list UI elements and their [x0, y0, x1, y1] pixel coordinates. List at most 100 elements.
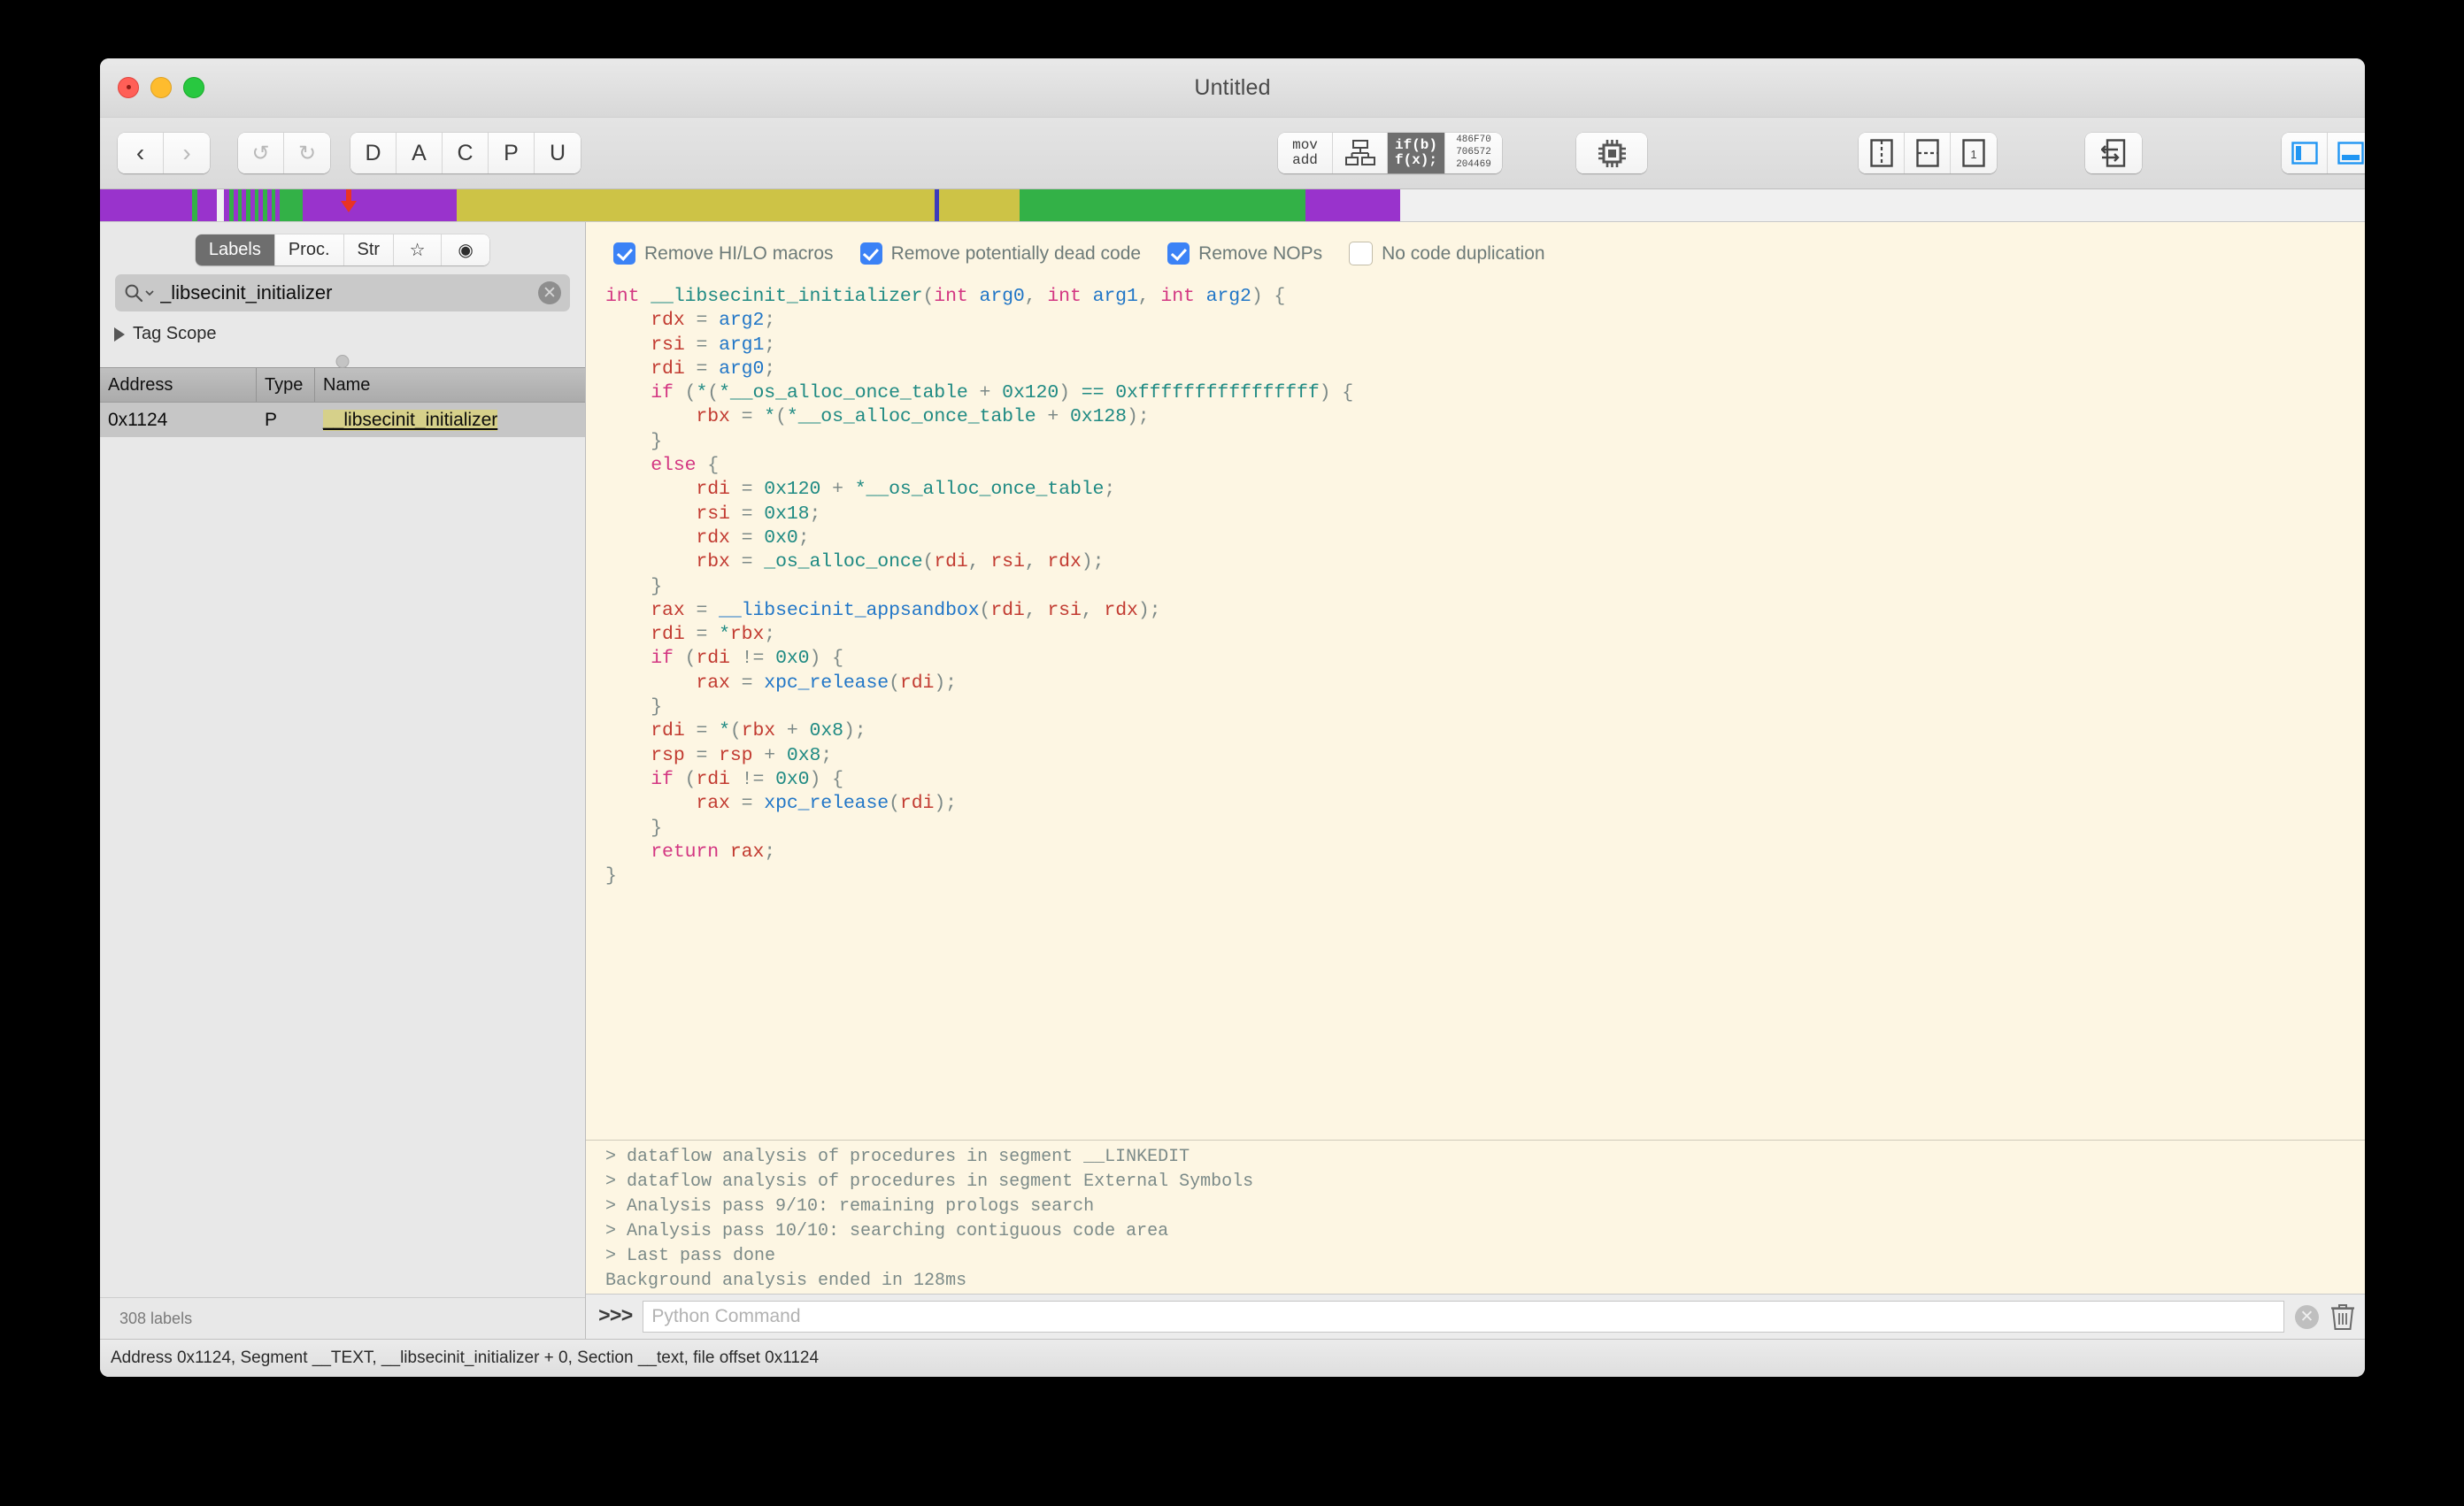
sidebar-tab-proc[interactable]: Proc.: [275, 234, 344, 265]
view-mode-assembly[interactable]: mov add: [1278, 133, 1333, 173]
code-line[interactable]: rax = xpc_release(rdi);: [605, 792, 2365, 816]
nav-segment[interactable]: [280, 189, 303, 221]
nav-segment[interactable]: [1305, 189, 1400, 221]
code-line[interactable]: rdi = *(rbx + 0x8);: [605, 719, 2365, 743]
split-horizontal-button[interactable]: [1905, 133, 1951, 173]
sidebar-tab-recording[interactable]: ◉: [442, 234, 489, 265]
swap-arrows-icon: [2101, 139, 2126, 167]
code-line[interactable]: rbx = *(*__os_alloc_once_table + 0x128);: [605, 405, 2365, 429]
search-clear-icon[interactable]: ✕: [538, 281, 561, 304]
code-line[interactable]: }: [605, 695, 2365, 719]
history-nav-group: ‹ ›: [118, 133, 210, 173]
code-line[interactable]: rdi = *rbx;: [605, 623, 2365, 647]
cpu-mode-button[interactable]: [1576, 133, 1647, 173]
checkbox-remove-hilo-macros[interactable]: [613, 242, 635, 265]
code-line[interactable]: rbx = _os_alloc_once(rdi, rsi, rdx);: [605, 550, 2365, 574]
swap-panes-group: [2085, 133, 2142, 173]
trash-icon[interactable]: [2329, 1302, 2356, 1331]
code-line[interactable]: int __libsecinit_initializer(int arg0, i…: [605, 285, 2365, 309]
mode-buttons-group: D A C P U: [350, 133, 581, 173]
code-line[interactable]: rax = __libsecinit_appsandbox(rdi, rsi, …: [605, 599, 2365, 623]
code-line[interactable]: rdx = arg2;: [605, 309, 2365, 333]
chevron-right-icon: ›: [182, 139, 190, 167]
search-field[interactable]: _libsecinit_initializer ✕: [115, 274, 570, 311]
toggle-bottom-panel-button[interactable]: [2328, 133, 2365, 173]
nav-segment[interactable]: [217, 189, 224, 221]
hex-icon-line3: 204469: [1456, 159, 1491, 172]
checkbox-remove-dead-code[interactable]: [860, 242, 882, 265]
nav-segment[interactable]: [457, 189, 935, 221]
option-remove-dead-code[interactable]: Remove potentially dead code: [860, 242, 1142, 265]
pseudocode-view[interactable]: int __libsecinit_initializer(int arg0, i…: [586, 280, 2365, 1140]
tag-scope-disclosure[interactable]: Tag Scope: [100, 311, 585, 353]
nav-segment[interactable]: [100, 189, 192, 221]
code-line[interactable]: if (rdi != 0x0) {: [605, 647, 2365, 671]
code-line[interactable]: }: [605, 864, 2365, 888]
code-line[interactable]: }: [605, 430, 2365, 454]
hex-icon-line1: 486F70: [1456, 134, 1491, 147]
single-pane-button[interactable]: 1: [1951, 133, 1997, 173]
nav-segment[interactable]: [939, 189, 1020, 221]
mode-button-p[interactable]: P: [489, 133, 535, 173]
assembly-icon-line2: add: [1292, 153, 1318, 168]
toggle-left-panel-button[interactable]: [2282, 133, 2328, 173]
redo-button[interactable]: ↻: [284, 133, 330, 173]
code-line[interactable]: rdx = 0x0;: [605, 526, 2365, 550]
option-no-code-duplication[interactable]: No code duplication: [1349, 242, 1544, 265]
mode-button-c[interactable]: C: [443, 133, 489, 173]
nav-segment[interactable]: [303, 189, 457, 221]
table-row[interactable]: 0x1124 P __libsecinit_initializer: [100, 403, 585, 437]
swap-panes-button[interactable]: [2085, 133, 2142, 173]
sidebar-tab-labels[interactable]: Labels: [196, 234, 275, 265]
code-line[interactable]: if (*(*__os_alloc_once_table + 0x120) ==…: [605, 381, 2365, 405]
forward-button[interactable]: ›: [164, 133, 210, 173]
mode-button-a[interactable]: A: [397, 133, 443, 173]
code-line[interactable]: }: [605, 817, 2365, 841]
code-line[interactable]: if (rdi != 0x0) {: [605, 768, 2365, 792]
sidebar-tab-str[interactable]: Str: [344, 234, 395, 265]
column-header-address[interactable]: Address: [100, 368, 257, 402]
view-mode-pseudocode[interactable]: if(b) f(x);: [1388, 133, 1445, 173]
split-vertical-button[interactable]: [1859, 133, 1905, 173]
option-remove-hilo-macros[interactable]: Remove HI/LO macros: [613, 242, 834, 265]
mode-button-d[interactable]: D: [350, 133, 397, 173]
segment-navigation-bar[interactable]: [100, 189, 2365, 222]
code-line[interactable]: rsi = arg1;: [605, 334, 2365, 357]
undo-button[interactable]: ↺: [238, 133, 284, 173]
code-line[interactable]: }: [605, 575, 2365, 599]
column-header-name[interactable]: Name: [315, 368, 585, 402]
code-line[interactable]: rdi = arg0;: [605, 357, 2365, 381]
back-button[interactable]: ‹: [118, 133, 164, 173]
code-line[interactable]: rax = xpc_release(rdi);: [605, 672, 2365, 695]
analysis-log[interactable]: > dataflow analysis of procedures in seg…: [586, 1145, 2365, 1294]
log-line: > dataflow analysis of procedures in seg…: [605, 1170, 2365, 1195]
console-clear-icon[interactable]: ✕: [2295, 1305, 2319, 1329]
nav-segment[interactable]: [1400, 189, 2365, 221]
search-icon[interactable]: [124, 283, 154, 303]
column-header-type[interactable]: Type: [257, 368, 315, 402]
code-line[interactable]: rsi = 0x18;: [605, 503, 2365, 526]
app-window: Untitled ‹ › ↺ ↻ D A C P U: [100, 58, 2365, 1377]
mode-button-u[interactable]: U: [535, 133, 581, 173]
checkbox-no-code-duplication[interactable]: [1349, 242, 1373, 265]
search-input[interactable]: _libsecinit_initializer: [160, 281, 538, 304]
sidebar-split-handle[interactable]: [100, 353, 585, 367]
sidebar-tab-favorites[interactable]: ☆: [394, 234, 442, 265]
nav-segment[interactable]: [197, 189, 217, 221]
status-bar-text: Address 0x1124, Segment __TEXT, __libsec…: [111, 1348, 819, 1368]
left-sidebar: Labels Proc. Str ☆ ◉: [100, 222, 586, 1339]
code-line[interactable]: return rax;: [605, 841, 2365, 864]
nav-segment[interactable]: [192, 189, 198, 221]
sidebar-search-container: _libsecinit_initializer ✕: [100, 273, 585, 311]
option-remove-nops[interactable]: Remove NOPs: [1167, 242, 1322, 265]
sidebar-tab-proc-label: Proc.: [289, 240, 330, 260]
code-line[interactable]: else {: [605, 454, 2365, 478]
view-mode-hex[interactable]: 486F70 706572 204469: [1445, 133, 1502, 173]
checkbox-remove-nops[interactable]: [1167, 242, 1190, 265]
nav-segment[interactable]: [1020, 189, 1305, 221]
python-command-input[interactable]: Python Command: [643, 1301, 2284, 1333]
code-line[interactable]: rsp = rsp + 0x8;: [605, 744, 2365, 768]
label-count-status: 308 labels: [100, 1297, 585, 1339]
view-mode-graph[interactable]: [1333, 133, 1388, 173]
code-line[interactable]: rdi = 0x120 + *__os_alloc_once_table;: [605, 478, 2365, 502]
